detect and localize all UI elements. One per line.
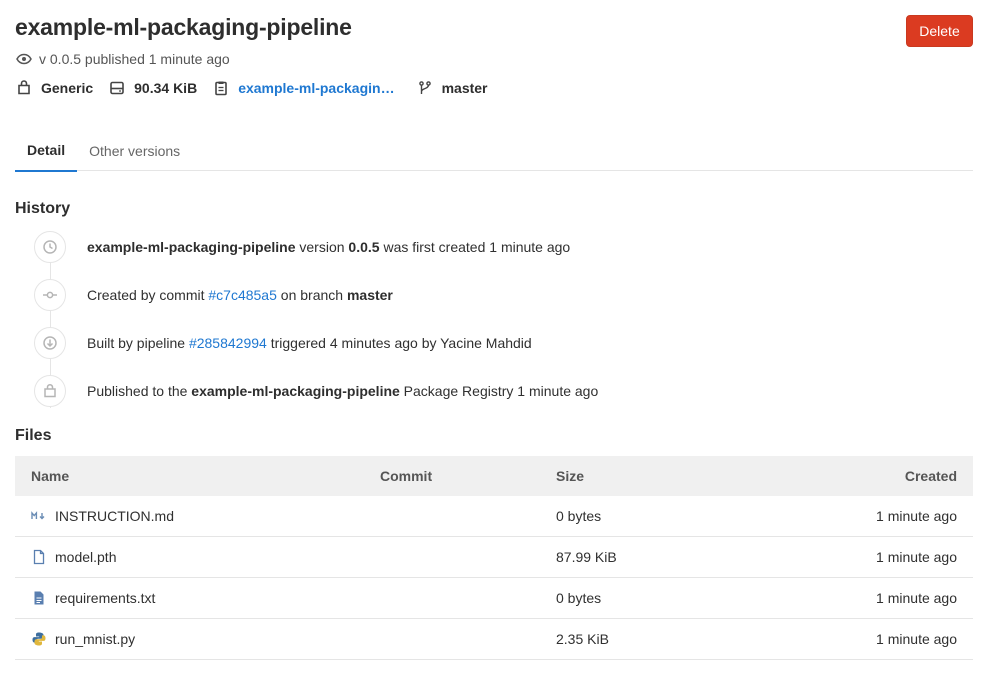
file-name[interactable]: INSTRUCTION.md [55, 508, 174, 524]
file-size: 0 bytes [556, 590, 602, 606]
table-header: Name Commit Size Created [15, 456, 973, 496]
column-name: Name [31, 468, 70, 484]
package-title: example-ml-packaging-pipeline [15, 14, 352, 40]
file-size: 87.99 KiB [556, 549, 617, 565]
column-size: Size [556, 468, 585, 484]
file-size: 2.35 KiB [556, 631, 609, 647]
version-text: v 0.0.5 published 1 minute ago [39, 51, 230, 67]
version-line: v 0.0.5 published 1 minute ago [16, 51, 230, 67]
package-icon [16, 80, 32, 96]
file-size: 0 bytes [556, 508, 602, 524]
file-created: 1 minute ago [876, 508, 957, 524]
file-created: 1 minute ago [876, 631, 957, 647]
python-icon [31, 631, 47, 647]
file-created: 1 minute ago [876, 590, 957, 606]
file-name[interactable]: run_mnist.py [55, 631, 135, 647]
tab-bar: Detail Other versions [15, 130, 973, 172]
file-created: 1 minute ago [876, 549, 957, 565]
file-name[interactable]: requirements.txt [55, 590, 155, 606]
table-row: requirements.txt 0 bytes 1 minute ago [15, 578, 973, 619]
commit-icon [34, 279, 66, 311]
table-row: model.pth 87.99 KiB 1 minute ago [15, 537, 973, 578]
files-heading: Files [15, 427, 52, 444]
branch-info: master [417, 80, 488, 96]
history-entry: Built by pipeline #285842994 triggered 4… [34, 327, 532, 359]
delete-button[interactable]: Delete [906, 15, 973, 47]
file-icon [31, 549, 47, 565]
column-commit: Commit [380, 468, 433, 484]
eye-icon [16, 51, 32, 67]
pipeline-icon [34, 327, 66, 359]
commit-link[interactable]: #c7c485a5 [208, 287, 277, 303]
history-entry: Created by commit #c7c485a5 on branch ma… [34, 279, 393, 311]
column-created: Created [904, 468, 957, 484]
history-text: Built by pipeline #285842994 triggered 4… [87, 335, 532, 351]
history-text: example-ml-packaging-pipeline version 0.… [87, 239, 571, 255]
package-type: Generic [16, 80, 93, 96]
project-link[interactable]: example-ml-packagin… [213, 80, 395, 96]
text-file-icon [31, 590, 47, 606]
tab-detail[interactable]: Detail [15, 130, 78, 172]
markdown-icon [31, 508, 47, 524]
files-table: Name Commit Size Created INSTRUCTION.md … [15, 456, 973, 660]
history-entry: example-ml-packaging-pipeline version 0.… [34, 231, 570, 263]
history-heading: History [15, 200, 71, 217]
clipboard-icon [213, 80, 229, 96]
history-text: Created by commit #c7c485a5 on branch ma… [87, 287, 393, 303]
table-row: run_mnist.py 2.35 KiB 1 minute ago [15, 619, 973, 660]
history-entry: Published to the example-ml-packaging-pi… [34, 375, 598, 407]
clock-icon [34, 231, 66, 263]
tab-other-versions[interactable]: Other versions [77, 130, 192, 171]
disk-icon [109, 80, 125, 96]
package-meta: Generic 90.34 KiB example-ml-packagin… m… [16, 80, 504, 96]
branch-icon [417, 80, 433, 96]
file-name[interactable]: model.pth [55, 549, 116, 565]
package-size: 90.34 KiB [109, 80, 197, 96]
package-icon [34, 375, 66, 407]
pipeline-link[interactable]: #285842994 [189, 335, 267, 351]
table-row: INSTRUCTION.md 0 bytes 1 minute ago [15, 496, 973, 537]
history-text: Published to the example-ml-packaging-pi… [87, 383, 599, 399]
